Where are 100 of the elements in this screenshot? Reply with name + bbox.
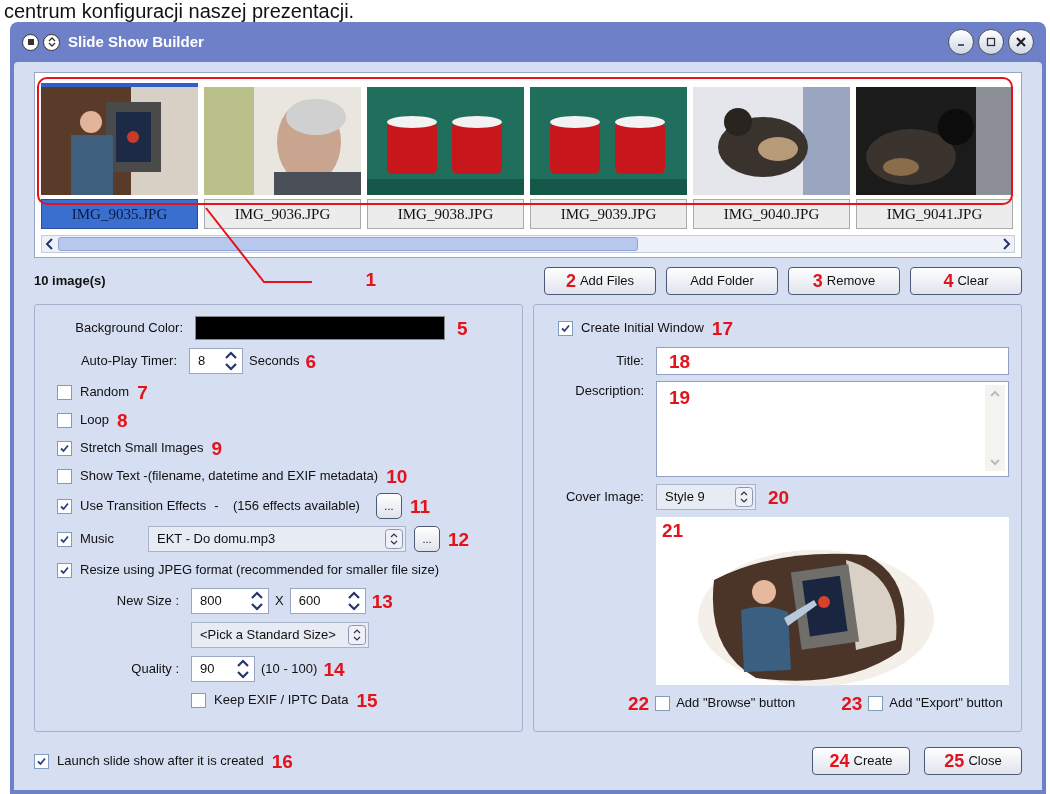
thumbnail-filename: IMG_9038.JPG: [367, 199, 524, 229]
callout-number: 8: [116, 410, 128, 430]
option-label: Add "Export" button: [889, 694, 1003, 713]
thumbnail[interactable]: IMG_9040.JPG: [693, 83, 850, 229]
thumbnail-filename: IMG_9036.JPG: [204, 199, 361, 229]
minimize-icon[interactable]: [948, 29, 974, 55]
action-button[interactable]: 2 Add Files: [544, 267, 656, 295]
spinner-field[interactable]: 600: [289, 588, 366, 614]
option-label: Loop: [80, 411, 109, 430]
dropdown[interactable]: Style 9: [656, 484, 756, 510]
system-menu-icon[interactable]: [22, 33, 39, 51]
option-label: Resize using JPEG format (recommended for smaller file size): [80, 561, 440, 580]
thumbnail[interactable]: IMG_9035.JPG: [41, 83, 198, 229]
dropdown[interactable]: EKT - Do domu.mp3: [148, 526, 406, 552]
checkbox[interactable]: [57, 562, 72, 578]
option-label: Stretch Small Images: [80, 439, 204, 458]
option-label: Keep EXIF / IPTC Data: [214, 691, 349, 710]
callout-number: 9: [211, 438, 223, 458]
action-button[interactable]: 24 Create: [812, 747, 910, 775]
action-button[interactable]: 25 Close: [924, 747, 1022, 775]
browse-button[interactable]: ...: [375, 493, 402, 519]
check-icon: [36, 755, 47, 767]
callout-number: 15: [356, 690, 378, 710]
thumbnail-filename: IMG_9035.JPG: [41, 199, 198, 229]
checkbox[interactable]: [868, 695, 884, 711]
spinner-field[interactable]: 8: [189, 348, 243, 374]
thumbnail-filename: IMG_9040.JPG: [693, 199, 850, 229]
action-button[interactable]: Add Folder: [666, 267, 778, 295]
checkbox[interactable]: [191, 692, 206, 708]
check-icon: [560, 322, 571, 334]
callout-number: 13: [371, 591, 393, 611]
callout-number: 11: [409, 496, 431, 516]
checkbox[interactable]: [57, 498, 72, 514]
close-icon[interactable]: [1008, 29, 1034, 55]
callout-number: 18: [669, 351, 691, 371]
check-icon: [59, 533, 70, 545]
option-label: Random: [80, 383, 130, 402]
thumbnail[interactable]: IMG_9041.JPG: [856, 83, 1013, 229]
field-label: Description:: [574, 382, 644, 400]
callout-number: 16: [271, 751, 293, 771]
callout-number: 7: [137, 382, 148, 402]
callout-number: 20: [768, 487, 790, 507]
spin-arrows-icon[interactable]: [224, 350, 238, 372]
option-label: Show Text -(filename, datetime and EXIF metadata): [80, 467, 379, 486]
callout-number: 10: [386, 466, 408, 486]
field-label: Quality :: [130, 660, 180, 679]
field-label: Title:: [615, 352, 644, 371]
checkbox[interactable]: [34, 753, 49, 769]
checkbox[interactable]: [57, 468, 72, 484]
option-label: Create Initial Window: [581, 319, 704, 338]
dropdown[interactable]: <Pick a Standard Size>: [191, 622, 369, 648]
option-label: Launch slide show after it is created: [57, 752, 264, 771]
action-button[interactable]: 3 Remove: [788, 267, 900, 295]
check-icon: [59, 442, 70, 454]
callout-number: 1: [365, 269, 377, 290]
checkbox[interactable]: [57, 531, 72, 547]
horizontal-scrollbar[interactable]: [41, 235, 1015, 253]
spin-arrows-icon[interactable]: [236, 658, 250, 680]
callout-number: 19: [669, 388, 691, 410]
callout-number: 17: [711, 318, 733, 338]
option-label: Add "Browse" button: [676, 694, 796, 713]
checkbox[interactable]: [558, 320, 573, 336]
checkbox[interactable]: [655, 695, 671, 711]
dropdown-arrows-icon[interactable]: [385, 529, 403, 549]
field-label: Cover Image:: [564, 488, 644, 507]
note-text: - (156 effects available): [214, 497, 360, 516]
callout-number: 23: [841, 693, 863, 713]
callout-number: 14: [323, 659, 345, 679]
description-field[interactable]: 19: [656, 381, 1009, 477]
thumbnail[interactable]: IMG_9039.JPG: [530, 83, 687, 229]
spinner-field[interactable]: 800: [191, 588, 269, 614]
caption-text: centrum konfiguracji naszej prezentacji.: [4, 0, 355, 22]
check-icon: [59, 500, 70, 512]
checkbox[interactable]: [57, 440, 72, 456]
field-label: Auto-Play Timer:: [79, 352, 178, 371]
times-sign: X: [275, 592, 284, 611]
range-hint: (10 - 100): [261, 660, 318, 679]
dropdown-arrows-icon[interactable]: [348, 625, 366, 645]
checkbox[interactable]: [57, 384, 72, 400]
image-count: 10 image(s): [34, 272, 106, 291]
browse-button[interactable]: ...: [414, 526, 440, 552]
rollup-icon[interactable]: [43, 33, 60, 51]
callout-number: 6: [305, 351, 317, 371]
checkbox[interactable]: [57, 412, 72, 428]
thumbnail[interactable]: IMG_9036.JPG: [204, 83, 361, 229]
maximize-icon[interactable]: [978, 29, 1004, 55]
callout-number: 22: [628, 693, 650, 713]
vertical-scrollbar[interactable]: [984, 384, 1006, 472]
thumbnail[interactable]: IMG_9038.JPG: [367, 83, 524, 229]
field-label: Background Color:: [74, 319, 183, 338]
color-swatch[interactable]: [195, 316, 445, 340]
thumbnail-filename: IMG_9039.JPG: [530, 199, 687, 229]
spin-arrows-icon[interactable]: [346, 590, 361, 612]
window-title: Slide Show Builder: [68, 31, 204, 52]
spin-arrows-icon[interactable]: [250, 590, 264, 612]
field-label: New Size :: [115, 592, 180, 611]
title-field[interactable]: 18: [656, 347, 1009, 375]
dropdown-arrows-icon[interactable]: [735, 487, 753, 507]
spinner-field[interactable]: 90: [191, 656, 255, 682]
action-button[interactable]: 4 Clear: [910, 267, 1022, 295]
